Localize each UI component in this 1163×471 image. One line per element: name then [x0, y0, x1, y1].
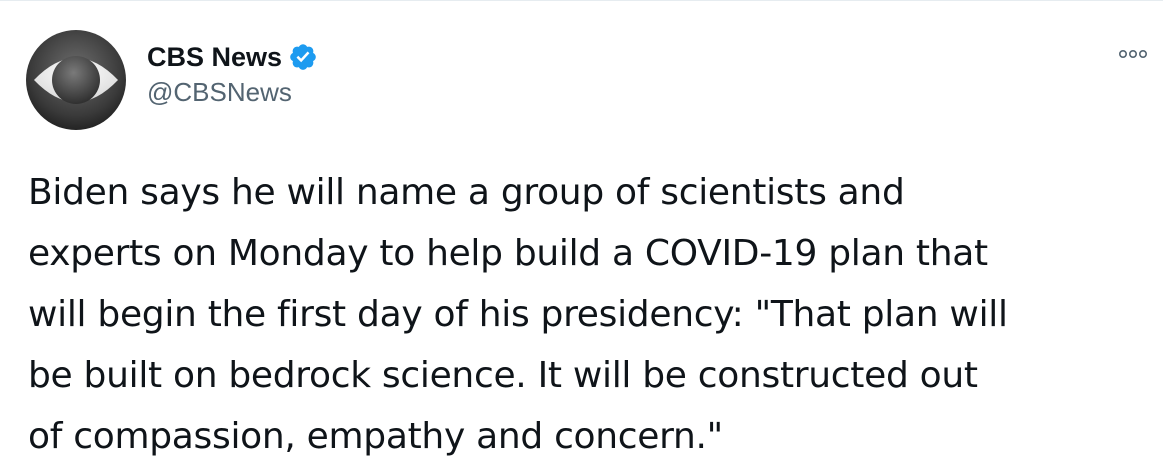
tweet-text-line: will begin the first day of his presiden… [28, 294, 1008, 335]
verified-badge-icon [288, 42, 318, 72]
avatar[interactable] [26, 30, 126, 130]
handle[interactable]: @CBSNews [147, 76, 318, 108]
tweet-text-line: experts on Monday to help build a COVID-… [28, 233, 988, 274]
more-options-button[interactable] [1117, 44, 1149, 64]
author-block: CBS News @CBSNews [147, 40, 318, 108]
display-name[interactable]: CBS News [147, 40, 282, 74]
more-options-icon [1118, 50, 1147, 59]
tweet-card: CBS News @CBSNews Biden says he will nam… [0, 0, 1163, 471]
tweet-text-line: be built on bedrock science. It will be … [28, 355, 978, 396]
tweet-text: Biden says he will name a group of scien… [28, 162, 1153, 467]
name-row: CBS News [147, 40, 318, 74]
cbs-eye-logo-icon [26, 30, 126, 130]
tweet-text-line: Biden says he will name a group of scien… [28, 172, 905, 213]
tweet-text-line: of compassion, empathy and concern." [28, 416, 723, 457]
